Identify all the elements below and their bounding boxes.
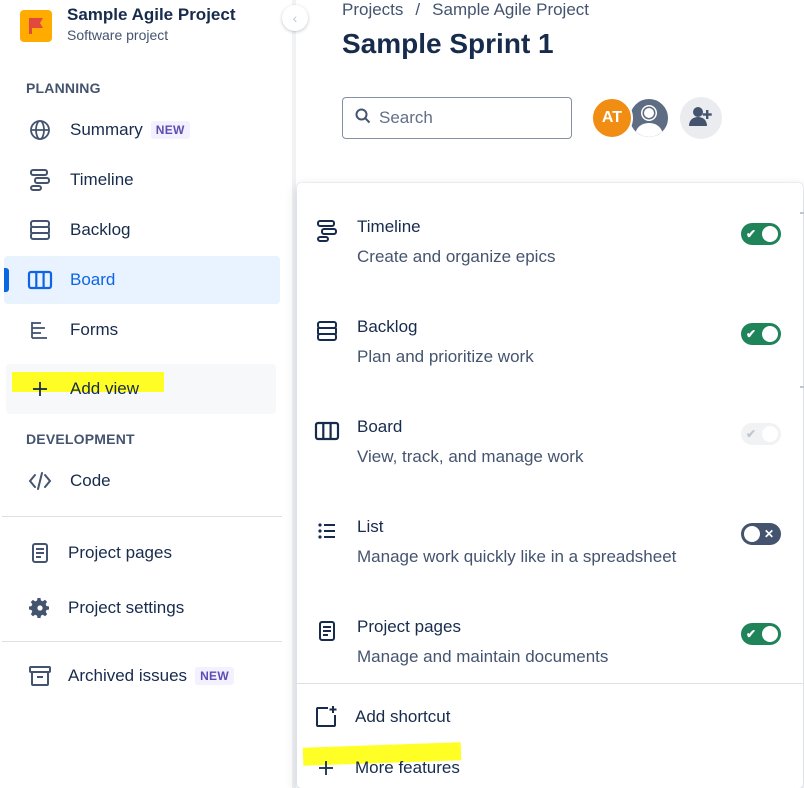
sidebar-item-label: Archived issues [68,666,188,685]
sidebar-item-label: Summary [70,120,143,139]
feature-description: Plan and prioritize work [357,347,534,366]
active-indicator [4,268,9,292]
check-icon: ✔ [746,327,757,341]
breadcrumb: Projects / Sample Agile Project [342,0,589,20]
sidebar-item-backlog[interactable]: Backlog [4,206,280,254]
sidebar-item-summary[interactable]: Summary NEW [4,106,280,154]
background-edge-mark [800,386,804,388]
sidebar-item-label: Code [70,471,111,490]
feature-name: Timeline [357,217,421,236]
more-features-button[interactable]: More features [297,745,803,788]
feature-description: Manage work quickly like in a spreadshee… [357,547,677,566]
project-logo-icon [20,10,52,42]
project-name: Sample Agile Project [67,5,236,24]
project-pages-toggle[interactable]: ✔ [741,623,781,645]
forms-icon [26,316,54,344]
board-icon [313,417,341,445]
sidebar-item-label: Project settings [68,598,185,617]
feature-name: Backlog [357,317,418,336]
features-panel: Timeline Create and organize epics ✔ Bac… [297,183,803,788]
globe-icon [26,116,54,144]
project-header[interactable]: Sample Agile Project Software project [20,4,235,44]
check-icon: ✔ [746,627,757,641]
breadcrumb-project-link[interactable]: Sample Agile Project [432,0,589,20]
list-toggle[interactable]: ✕ [741,523,781,545]
backlog-toggle[interactable]: ✔ [741,323,781,345]
sidebar-item-archived-issues[interactable]: Archived issues NEW [4,652,280,700]
divider [2,641,282,642]
more-features-label: More features [355,758,460,777]
sidebar-item-project-settings[interactable]: Project settings [4,584,280,632]
backlog-icon [313,317,341,345]
chevron-left-icon: ‹ [292,10,298,26]
sidebar-item-label: Forms [70,320,119,339]
board-icon [26,266,54,294]
planning-section-title: PLANNING [26,80,101,96]
breadcrumb-projects-link[interactable]: Projects [342,0,403,20]
archive-icon [26,662,54,690]
search-input[interactable] [379,108,559,128]
close-icon: ✕ [764,527,775,541]
add-shortcut-label: Add shortcut [355,707,451,726]
add-view-label: Add view [70,379,139,398]
divider [2,516,282,517]
page-title: Sample Sprint 1 [342,28,554,59]
feature-row-list: List Manage work quickly like in a sprea… [297,483,803,583]
sidebar-item-label: Board [70,270,116,289]
sidebar-resize-handle[interactable] [292,0,296,788]
plus-icon [313,755,339,781]
search-icon [355,108,371,129]
new-badge: NEW [195,667,234,685]
sidebar-item-forms[interactable]: Forms [4,306,280,354]
page-icon [26,539,54,567]
sidebar-item-label: Backlog [70,220,131,239]
avatar[interactable]: AT [591,97,633,139]
check-icon: ✔ [746,227,757,241]
timeline-icon [26,166,54,194]
feature-description: Create and organize epics [357,247,556,266]
feature-row-timeline: Timeline Create and organize epics ✔ [297,183,803,283]
feature-row-project-pages: Project pages Manage and maintain docume… [297,583,803,683]
project-type: Software project [67,27,169,43]
code-icon [26,467,54,495]
user-avatar-icon[interactable] [628,97,670,139]
sidebar-item-timeline[interactable]: Timeline [4,156,280,204]
new-badge: NEW [150,121,190,139]
add-people-button[interactable] [680,97,722,139]
feature-description: Manage and maintain documents [357,647,609,666]
timeline-toggle[interactable]: ✔ [741,223,781,245]
backlog-icon [26,216,54,244]
list-icon [313,517,341,545]
sidebar: Sample Agile Project Software project PL… [0,0,292,788]
sidebar-item-label: Timeline [70,170,134,189]
timeline-icon [313,217,341,245]
feature-row-board: Board View, track, and manage work ✔ [297,383,803,483]
gear-icon [26,594,54,622]
sidebar-item-label: Project pages [68,543,172,562]
sidebar-item-board[interactable]: Board [4,256,280,304]
collapse-sidebar-button[interactable]: ‹ [282,5,308,31]
sidebar-item-code[interactable]: Code [4,457,280,505]
sidebar-item-project-pages[interactable]: Project pages [4,529,280,577]
feature-name: Board [357,417,403,436]
check-icon: ✔ [746,427,757,441]
feature-row-backlog: Backlog Plan and prioritize work ✔ [297,283,803,383]
add-person-icon [689,105,713,132]
search-box[interactable] [342,97,572,139]
development-section-title: DEVELOPMENT [26,431,135,447]
feature-description: View, track, and manage work [357,447,584,466]
add-shortcut-icon [313,704,339,730]
add-shortcut-button[interactable]: Add shortcut [297,694,803,740]
page-icon [313,617,341,645]
background-edge-mark [800,212,804,214]
plus-icon [26,375,54,403]
feature-name: Project pages [357,617,461,636]
add-view-button[interactable]: Add view [4,365,280,413]
breadcrumb-separator: / [415,0,421,19]
divider [297,683,803,684]
board-toggle: ✔ [741,423,781,445]
feature-name: List [357,517,384,536]
